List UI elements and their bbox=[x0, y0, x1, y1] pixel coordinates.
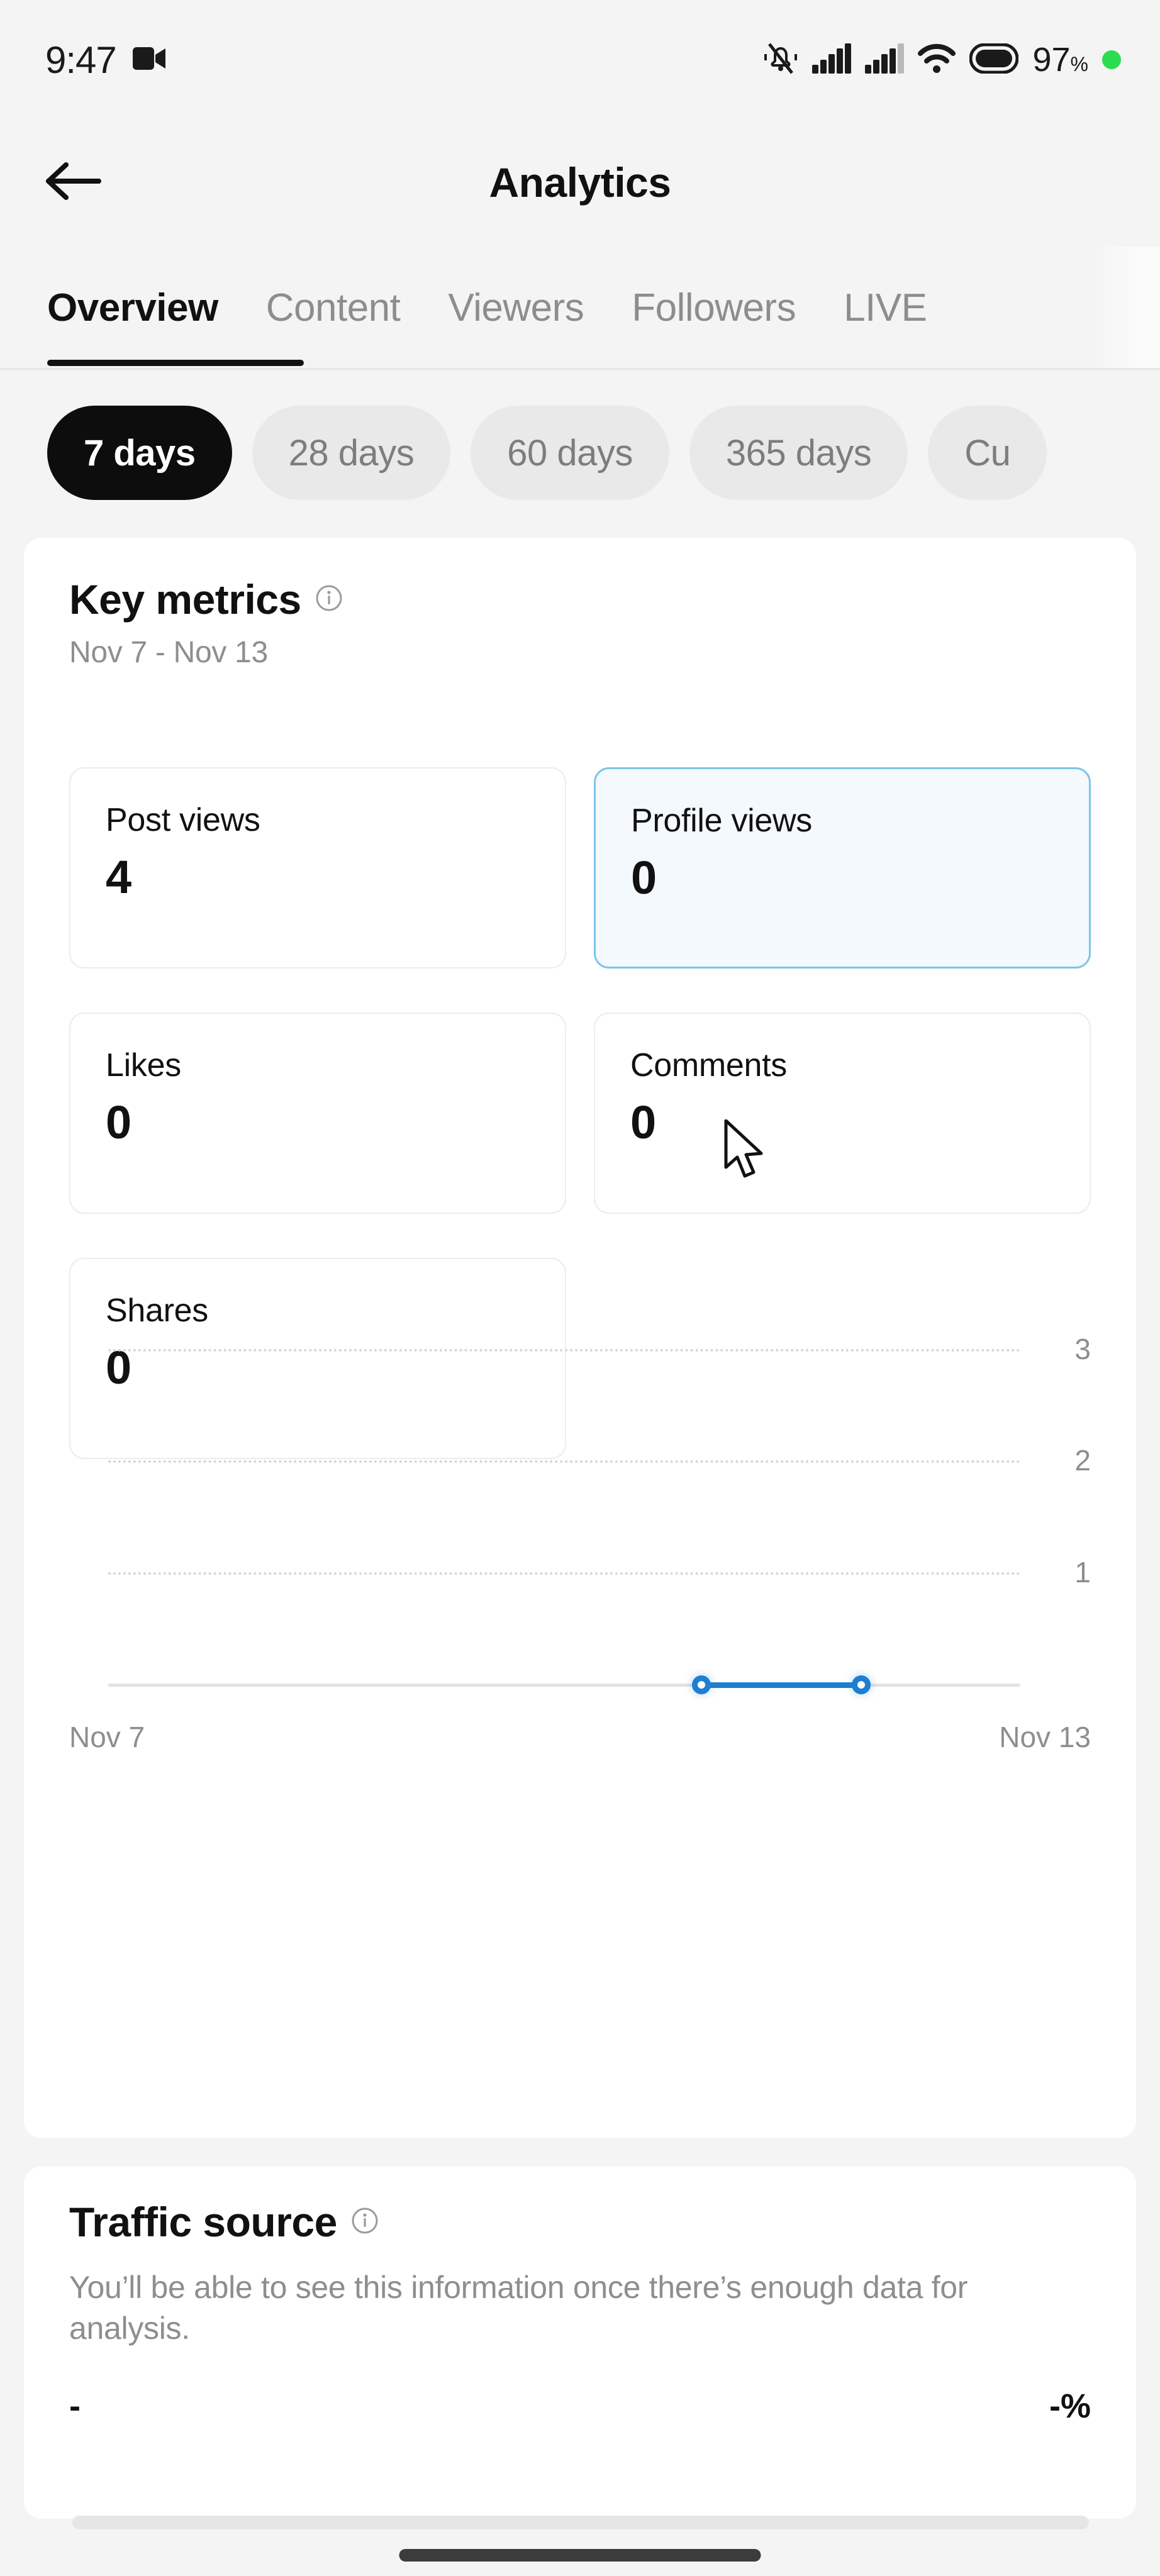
metric-value: 0 bbox=[106, 1096, 131, 1148]
metric-label: Post views bbox=[106, 802, 260, 838]
traffic-source-right-value: -% bbox=[1049, 2387, 1091, 2425]
nav-bar: Analytics bbox=[0, 119, 1160, 245]
key-metrics-title: Key metrics bbox=[69, 576, 301, 623]
traffic-source-left-value: - bbox=[69, 2387, 81, 2425]
tab-list: Overview Content Viewers Followers LIVE bbox=[47, 247, 951, 330]
traffic-source-stats-row: - -% bbox=[69, 2387, 1091, 2426]
tab-content[interactable]: Content bbox=[242, 247, 425, 330]
signal-bars-icon bbox=[812, 43, 852, 77]
gridline-1 bbox=[108, 1572, 1020, 1575]
range-chip-custom[interactable]: Cu bbox=[928, 406, 1047, 500]
tab-viewers[interactable]: Viewers bbox=[424, 247, 608, 330]
range-chip-60-days[interactable]: 60 days bbox=[471, 406, 669, 500]
gridline-3 bbox=[108, 1349, 1020, 1352]
page-title: Analytics bbox=[489, 159, 671, 206]
x-axis-label-end: Nov 13 bbox=[999, 1721, 1091, 1753]
home-indicator[interactable] bbox=[399, 2549, 761, 2562]
mouse-pointer-icon bbox=[723, 1119, 767, 1183]
y-tick-2: 2 bbox=[1074, 1444, 1091, 1477]
tab-followers[interactable]: Followers bbox=[608, 247, 820, 330]
key-metrics-date-range: Nov 7 - Nov 13 bbox=[69, 636, 268, 669]
data-point-marker[interactable] bbox=[692, 1675, 711, 1694]
video-camera-icon bbox=[132, 46, 167, 74]
metric-tile-post-views[interactable]: Post views 4 bbox=[69, 767, 566, 969]
tab-bar: Overview Content Viewers Followers LIVE bbox=[0, 247, 1160, 370]
active-tab-indicator bbox=[47, 360, 304, 366]
metric-tile-comments[interactable]: Comments 0 bbox=[594, 1013, 1091, 1214]
tab-overflow-fade bbox=[1091, 247, 1160, 370]
status-bar-right: 97% bbox=[763, 40, 1121, 80]
date-range-list: 7 days 28 days 60 days 365 days Cu bbox=[47, 406, 1047, 500]
signal-bars-2-icon bbox=[865, 43, 905, 77]
x-axis-label-start: Nov 7 bbox=[69, 1721, 145, 1753]
range-chip-28-days[interactable]: 28 days bbox=[252, 406, 451, 500]
info-circle-icon[interactable] bbox=[351, 2207, 379, 2238]
traffic-source-card: Traffic source You’ll be able to see thi… bbox=[24, 2167, 1136, 2519]
metric-tile-profile-views[interactable]: Profile views 0 bbox=[594, 767, 1091, 969]
battery-percent: 97% bbox=[1032, 41, 1088, 79]
status-bar-left: 9:47 bbox=[45, 38, 167, 82]
key-metrics-card: Key metrics Nov 7 - Nov 13 Post views 4 … bbox=[24, 538, 1136, 2138]
metric-value: 4 bbox=[106, 851, 131, 903]
info-circle-icon[interactable] bbox=[315, 584, 343, 615]
battery-icon bbox=[969, 43, 1019, 77]
x-axis-baseline bbox=[108, 1684, 1020, 1687]
metric-label: Likes bbox=[106, 1047, 181, 1084]
traffic-source-header: Traffic source bbox=[69, 2198, 379, 2246]
analytics-screen: 9:47 97% Analytics Overview Content View… bbox=[0, 0, 1160, 2576]
key-metrics-header: Key metrics bbox=[69, 575, 343, 623]
y-tick-3: 3 bbox=[1074, 1333, 1091, 1365]
bell-muted-icon bbox=[763, 40, 798, 80]
metric-tile-likes[interactable]: Likes 0 bbox=[69, 1013, 566, 1214]
status-bar: 9:47 97% bbox=[0, 0, 1160, 119]
wifi-icon bbox=[918, 43, 956, 77]
traffic-source-empty-message: You’ll be able to see this information o… bbox=[69, 2270, 968, 2346]
tab-overview[interactable]: Overview bbox=[47, 247, 242, 330]
clock: 9:47 bbox=[45, 38, 117, 81]
traffic-source-title: Traffic source bbox=[69, 2199, 337, 2245]
profile-views-line-chart: 3 2 1 Nov 7 Nov 13 bbox=[69, 1286, 1091, 1789]
date-range-selector: 7 days 28 days 60 days 365 days Cu bbox=[0, 387, 1160, 519]
tab-bar-divider bbox=[0, 368, 1160, 370]
series-line-segment bbox=[701, 1682, 861, 1688]
gridline-2 bbox=[108, 1460, 1020, 1463]
range-chip-7-days[interactable]: 7 days bbox=[47, 406, 232, 500]
metric-value: 0 bbox=[630, 1096, 656, 1148]
scroll-progress-bar[interactable] bbox=[72, 2516, 1089, 2529]
metric-value: 0 bbox=[631, 852, 657, 904]
data-point-marker[interactable] bbox=[852, 1675, 871, 1694]
range-chip-365-days[interactable]: 365 days bbox=[689, 406, 908, 500]
recording-indicator-dot bbox=[1102, 50, 1121, 69]
y-tick-1: 1 bbox=[1074, 1556, 1091, 1589]
metric-label: Profile views bbox=[631, 802, 812, 839]
tab-live[interactable]: LIVE bbox=[820, 247, 951, 330]
metric-label: Comments bbox=[630, 1047, 787, 1084]
